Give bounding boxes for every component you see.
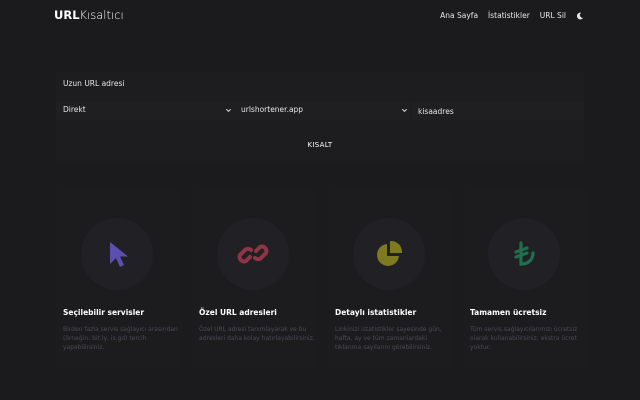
feature-title: Detaylı istatistikler <box>335 308 417 317</box>
feature-icon-circle <box>488 218 560 290</box>
chevron-down-icon <box>225 108 232 113</box>
cursor-icon <box>110 242 128 267</box>
nav-home-link[interactable]: Ana Sayfa <box>440 11 478 20</box>
lira-icon <box>514 241 535 266</box>
feature-description: Birden fazla servis sağlayıcı arasından … <box>63 326 178 351</box>
feature-card-free: Tamamen ücretsiz Tüm servis sağlayıcılar… <box>463 190 589 368</box>
moon-icon[interactable] <box>576 12 584 20</box>
app-logo[interactable]: URLKısaltıcı <box>54 8 124 22</box>
feature-title: Tamamen ücretsiz <box>470 308 547 317</box>
feature-description: Özel URL adresi tanımlayarak ve bu adres… <box>199 326 315 342</box>
feature-description: Tüm servis sağlayıcılarımızı ücretsiz ol… <box>470 326 578 351</box>
feature-title: Özel URL adresleri <box>199 308 277 317</box>
feature-icon-circle <box>81 218 153 290</box>
feature-card-statistics: Detaylı istatistikler Linkinizi istatist… <box>328 190 454 368</box>
feature-card-custom-urls: Özel URL adresleri Özel URL adresi tanım… <box>192 190 318 368</box>
top-navbar: URLKısaltıcı Ana Sayfa İstatistikler URL… <box>0 0 640 32</box>
nav-delete-url-link[interactable]: URL Sil <box>540 11 566 20</box>
pie-chart-icon <box>377 240 403 266</box>
domain-select[interactable]: urlshortener.app <box>234 102 410 120</box>
feature-title: Seçilebilir servisler <box>63 308 145 317</box>
shorten-button[interactable]: KISALT <box>300 137 340 153</box>
nav-links: Ana Sayfa İstatistikler URL Sil <box>440 11 584 20</box>
feature-description: Linkinizi istatistikler sayesinde gün, h… <box>335 326 442 351</box>
service-select[interactable]: Direkt <box>56 102 234 120</box>
alias-input[interactable] <box>412 102 584 120</box>
chevron-down-icon <box>401 108 408 113</box>
link-icon <box>237 244 269 264</box>
feature-icon-circle <box>217 218 289 290</box>
feature-icon-circle <box>353 218 425 290</box>
nav-stats-link[interactable]: İstatistikler <box>488 11 530 20</box>
long-url-label: Uzun URL adresi <box>63 79 125 88</box>
feature-card-services: Seçilebilir servisler Birden fazla servi… <box>56 190 182 368</box>
